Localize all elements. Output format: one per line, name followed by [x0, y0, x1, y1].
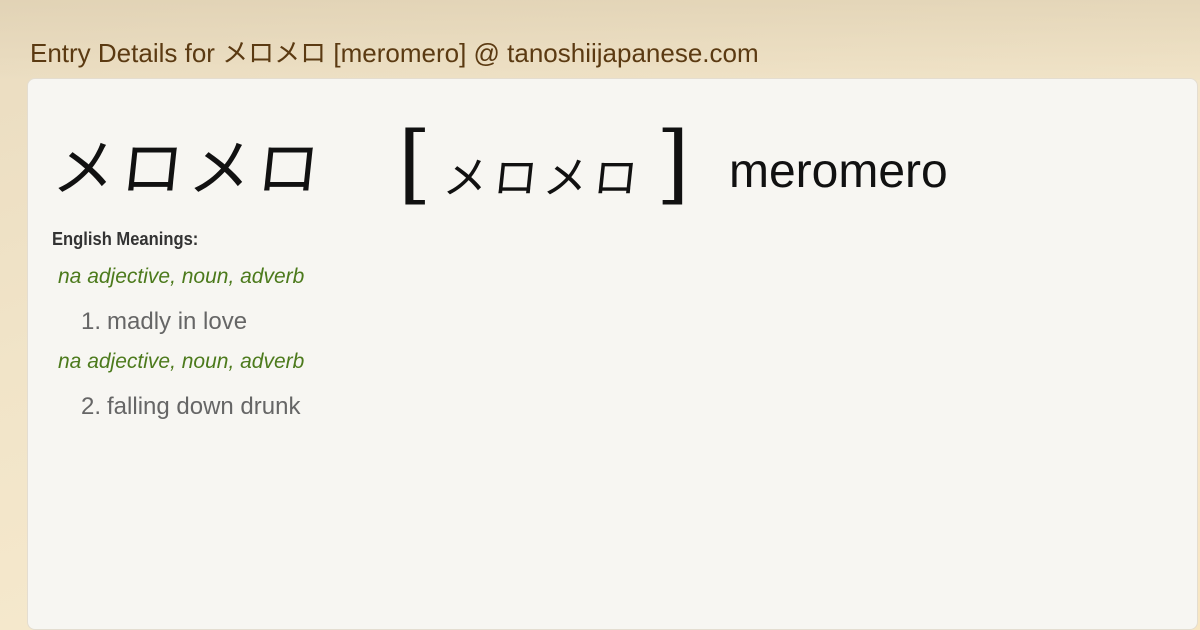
- definition-item: 2. falling down drunk: [81, 393, 300, 421]
- headword-romaji: meromero: [729, 145, 948, 198]
- definition-number: 1.: [81, 308, 102, 335]
- definition-text: madly in love: [107, 308, 248, 335]
- headword-reading: メロメロ: [440, 153, 647, 204]
- reading-bracket-close: ]: [656, 114, 690, 214]
- headword-row: メロメロ [ メロメロ ] meromero: [50, 114, 1154, 224]
- reading-bracket-open: [: [398, 114, 432, 214]
- definition-item: 1. madly in love: [81, 308, 247, 336]
- definition-number: 2.: [81, 393, 102, 420]
- english-meanings-heading: English Meanings:: [52, 229, 199, 249]
- part-of-speech: na adjective, noun, adverb: [58, 265, 305, 288]
- definition-text: falling down drunk: [107, 393, 301, 420]
- page-title: Entry Details for メロメロ [meromero] @ tano…: [30, 38, 759, 68]
- headword-kanji: メロメロ: [49, 132, 330, 205]
- part-of-speech: na adjective, noun, adverb: [58, 350, 305, 373]
- entry-card: メロメロ [ メロメロ ] meromero English Meanings:…: [27, 78, 1198, 630]
